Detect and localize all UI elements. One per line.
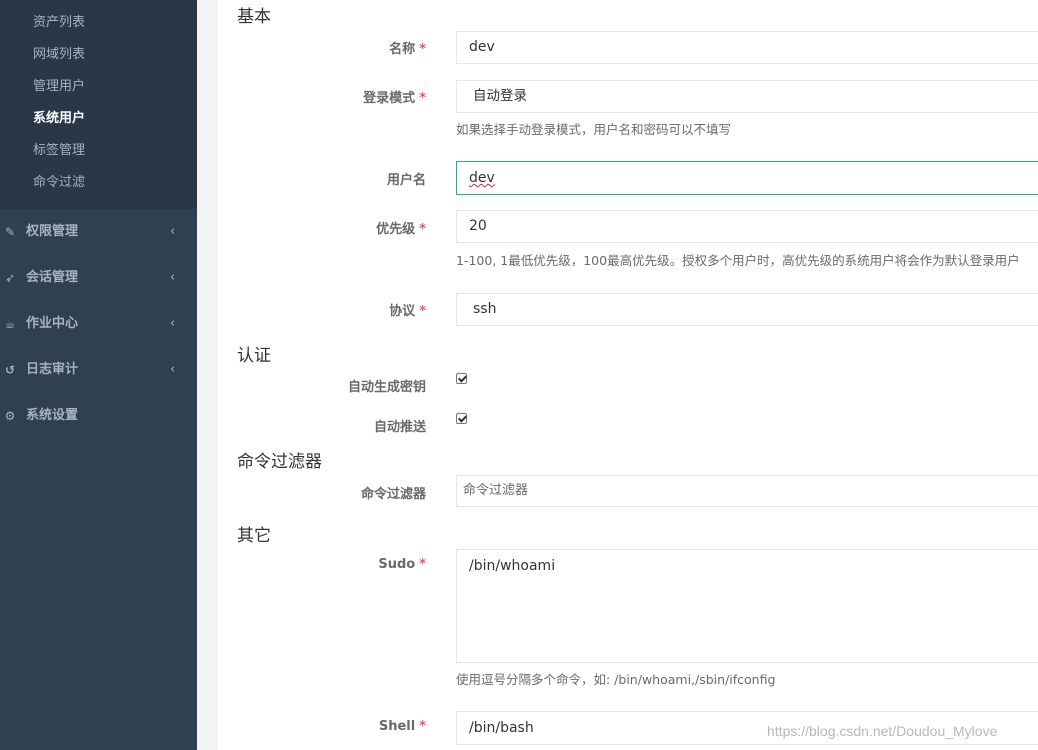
submenu-item-system-users[interactable]: 系统用户 <box>33 111 85 127</box>
command-filter-select[interactable]: 命令过滤器 <box>456 475 1038 507</box>
required-mark: * <box>419 304 426 319</box>
submenu-item-label-management[interactable]: 标签管理 <box>33 143 85 159</box>
history-icon: ↺ <box>4 363 16 377</box>
chevron-left-icon: ‹ <box>170 362 176 377</box>
username-input[interactable]: dev <box>456 161 1038 195</box>
priority-help: 1-100, 1最低优先级，100最高优先级。授权多个用户时，高优先级的系统用户… <box>456 253 1020 268</box>
required-mark: * <box>419 557 426 572</box>
command-filter-label: 命令过滤器 <box>360 487 426 502</box>
nav-item-jobs[interactable]: ☕ 作业中心 ‹ <box>0 304 197 344</box>
priority-input[interactable]: 20 <box>456 210 1038 243</box>
nav-label: 作业中心 <box>26 316 79 331</box>
chevron-left-icon: ‹ <box>170 224 176 239</box>
required-mark: * <box>419 222 426 237</box>
nav-item-sessions[interactable]: ➶ 会话管理 ‹ <box>0 258 197 298</box>
nav-label: 日志审计 <box>26 362 79 377</box>
sidebar: 资产列表 网域列表 管理用户 系统用户 标签管理 命令过滤 ✎ 权限管理 ‹ ➶… <box>0 0 197 750</box>
nav-label: 权限管理 <box>26 224 79 239</box>
login-mode-label: 登录模式 * <box>363 91 426 106</box>
name-input[interactable]: dev <box>456 31 1038 64</box>
submenu-item-admin-users[interactable]: 管理用户 <box>33 79 85 95</box>
auto-generate-key-label: 自动生成密钥 <box>347 380 426 395</box>
sudo-textarea[interactable]: /bin/whoami <box>456 549 1038 663</box>
protocol-select[interactable]: ssh <box>456 293 1038 326</box>
sudo-label: Sudo * <box>378 557 426 572</box>
chevron-left-icon: ‹ <box>170 270 176 285</box>
username-value: dev <box>469 170 495 186</box>
required-mark: * <box>419 42 426 57</box>
required-mark: * <box>419 719 426 734</box>
nav-label: 会话管理 <box>26 270 79 285</box>
auto-generate-key-checkbox[interactable] <box>456 373 467 384</box>
nav-item-settings[interactable]: ⚙ 系统设置 <box>0 396 197 436</box>
system-user-form: 基本 名称 * dev 登录模式 * 自动登录 如果选择手动登录模式，用户名和密码可… <box>218 0 1038 750</box>
submenu-item-command-filter[interactable]: 命令过滤 <box>33 175 85 191</box>
priority-label: 优先级 * <box>376 222 426 237</box>
nav-label: 系统设置 <box>26 408 79 423</box>
submenu-item-domain-list[interactable]: 网域列表 <box>33 47 85 63</box>
assets-submenu: 资产列表 网域列表 管理用户 系统用户 标签管理 命令过滤 <box>0 0 197 209</box>
nav-item-permissions[interactable]: ✎ 权限管理 ‹ <box>0 212 197 252</box>
coffee-icon: ☕ <box>4 317 16 331</box>
auto-push-checkbox[interactable] <box>456 413 467 424</box>
section-title-other: 其它 <box>237 526 271 546</box>
submenu-item-asset-list[interactable]: 资产列表 <box>33 15 85 31</box>
watermark: https://blog.csdn.net/Doudou_Mylove <box>767 723 998 739</box>
gears-icon: ⚙ <box>4 409 16 423</box>
required-mark: * <box>419 91 426 106</box>
edit-icon: ✎ <box>4 225 16 239</box>
section-title-basic: 基本 <box>237 7 271 27</box>
auto-push-label: 自动推送 <box>373 420 426 435</box>
sudo-help: 使用逗号分隔多个命令，如: /bin/whoami,/sbin/ifconfig <box>456 672 776 687</box>
login-mode-select[interactable]: 自动登录 <box>456 80 1038 113</box>
nav-item-audit-logs[interactable]: ↺ 日志审计 ‹ <box>0 350 197 390</box>
shell-label: Shell * <box>378 719 426 734</box>
chevron-left-icon: ‹ <box>170 316 176 331</box>
section-title-auth: 认证 <box>237 346 271 366</box>
protocol-label: 协议 * <box>389 304 426 319</box>
name-label: 名称 * <box>389 42 426 57</box>
section-title-command-filter: 命令过滤器 <box>237 452 322 472</box>
login-mode-help: 如果选择手动登录模式，用户名和密码可以不填写 <box>456 122 732 137</box>
rocket-icon: ➶ <box>4 271 16 285</box>
username-label: 用户名 <box>386 173 426 188</box>
